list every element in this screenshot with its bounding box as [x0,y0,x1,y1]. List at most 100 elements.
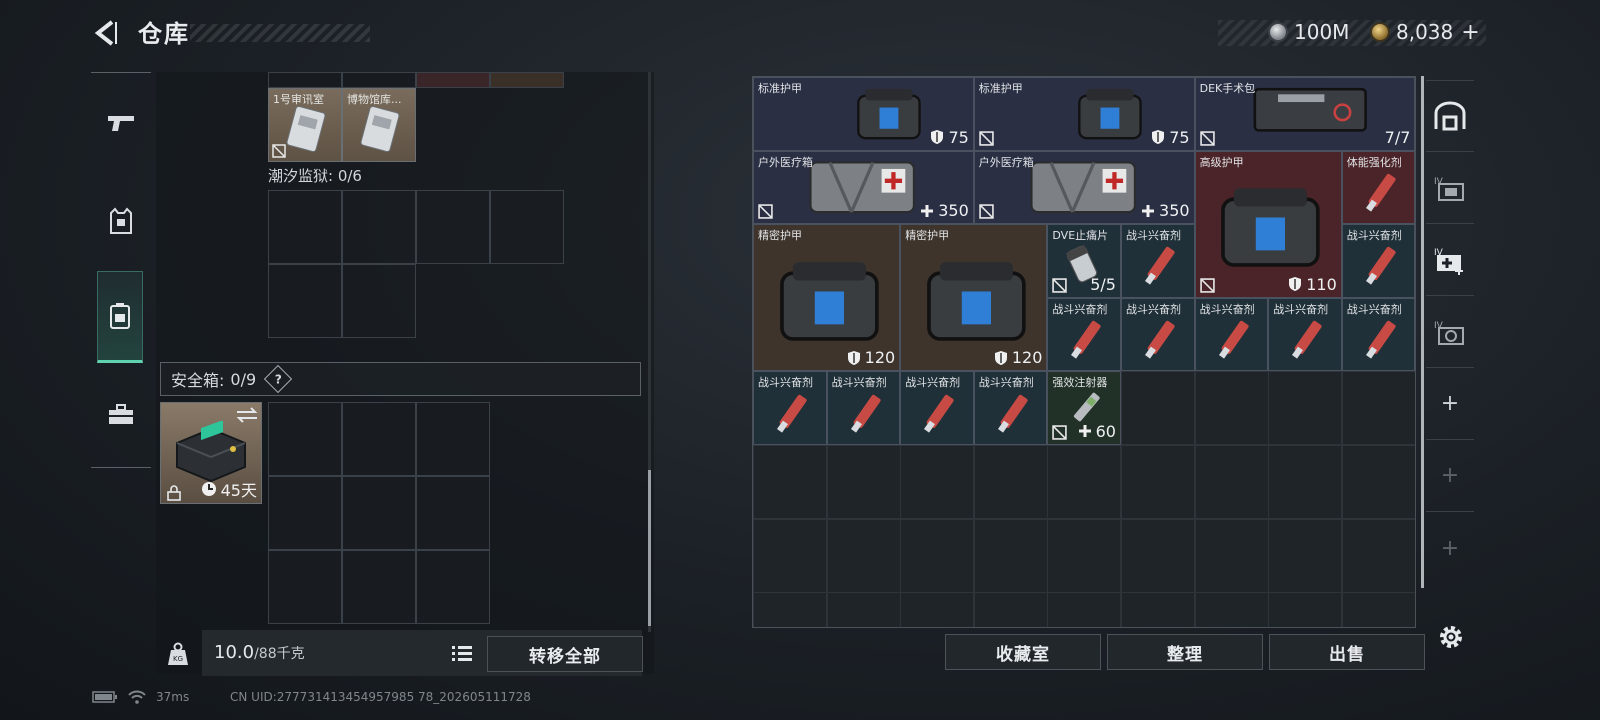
stash-scrollbar[interactable] [1421,76,1424,588]
stash-item[interactable]: 战斗兴奋剂 [900,371,974,445]
stash-item[interactable]: 户外医疗箱 350 [973,150,1195,225]
key-card-item[interactable]: 博物馆库... [342,88,416,162]
category-case[interactable] [91,385,151,445]
stash-item[interactable]: 战斗兴奋剂 [1047,297,1121,372]
grid-slot[interactable] [342,72,416,88]
back-button[interactable] [92,18,122,48]
stash-item[interactable]: 战斗兴奋剂 [826,371,901,445]
stash-grid-cell[interactable] [1341,592,1415,627]
category-backpack[interactable] [97,271,143,363]
stash-grid-cell[interactable] [1341,518,1415,593]
stash-grid-cell[interactable] [753,445,827,519]
stash-grid-cell[interactable] [753,518,827,593]
stash-grid-cell[interactable] [1194,518,1269,593]
grid-slot[interactable] [416,72,490,88]
stash-item[interactable]: 户外医疗箱 350 [753,150,974,225]
stash-item[interactable]: 体能强化剂 [1341,150,1415,225]
stash-item[interactable]: 战斗兴奋剂 [753,371,827,445]
stash-grid-cell[interactable] [973,592,1048,627]
stash-item[interactable]: 战斗兴奋剂 [1341,297,1415,372]
grid-slot[interactable] [416,476,490,550]
stash-item[interactable]: 标准护甲 75 [753,77,974,151]
grid-slot[interactable] [268,550,342,624]
help-button[interactable]: ? [264,364,293,394]
stash-item[interactable]: 战斗兴奋剂 [1121,297,1195,372]
grid-slot[interactable] [268,402,342,476]
transfer-all-button[interactable]: 转移全部 [487,636,643,672]
stash-grid-cell[interactable] [753,592,827,627]
grid-slot[interactable] [342,190,416,264]
stash-grid-cell[interactable] [973,518,1048,593]
stash-tab-camera[interactable]: IV [1426,296,1474,368]
add-stash-button-locked[interactable]: + [1426,512,1474,584]
stash-tab-4[interactable]: IV [1426,152,1474,224]
add-stash-button-locked[interactable]: + [1426,440,1474,512]
stash-item[interactable]: 战斗兴奋剂 [1268,297,1342,372]
add-stash-button[interactable]: + [1426,368,1474,440]
stash-grid-cell[interactable] [1047,592,1122,627]
collection-room-button[interactable]: 收藏室 [945,634,1101,670]
left-scrollbar-thumb[interactable] [648,470,651,626]
stash-item[interactable]: 战斗兴奋剂 [1121,224,1195,298]
stash-item[interactable]: DVE止痛片 5/5 [1047,224,1121,298]
key-card-item[interactable]: 1号审讯室 [268,88,342,162]
grid-slot[interactable] [342,550,416,624]
stash-grid-cell[interactable] [1268,445,1343,519]
grid-slot[interactable] [268,476,342,550]
grid-slot[interactable] [268,190,342,264]
stash-item[interactable]: DEK手术包 7/7 [1194,77,1415,151]
grid-slot[interactable] [490,72,564,88]
stash-grid-cell[interactable] [1047,518,1122,593]
stash-grid-cell[interactable] [1194,445,1269,519]
stash-grid-cell[interactable] [900,518,975,593]
stash-grid-cell[interactable] [1194,371,1269,446]
stash-item[interactable]: 标准护甲 75 [973,77,1195,151]
stash-tab-main[interactable] [1426,80,1474,152]
grid-slot[interactable] [268,72,342,88]
stash-grid-cell[interactable] [1268,592,1343,627]
grid-slot[interactable] [416,550,490,624]
stash-item[interactable]: 高级护甲 110 [1194,150,1342,298]
list-view-button[interactable] [448,640,476,666]
stash-grid-cell[interactable] [1121,445,1195,519]
stash-grid-cell[interactable] [1047,445,1122,519]
grid-slot[interactable] [490,190,564,264]
grid-slot[interactable] [416,402,490,476]
weight-lock-button[interactable]: KG [158,632,198,676]
stash-grid-cell[interactable] [1341,371,1415,446]
stash-grid-cell[interactable] [826,445,901,519]
grid-slot[interactable] [342,402,416,476]
stash-grid-cell[interactable] [900,592,975,627]
stash-item[interactable]: 战斗兴奋剂 [1341,224,1415,298]
stash-grid-cell[interactable] [973,445,1048,519]
stash-grid-cell[interactable] [1268,518,1343,593]
stash-tab-medical[interactable]: IV [1426,224,1474,296]
stash-grid-cell[interactable] [826,518,901,593]
stash-grid-cell[interactable] [1341,445,1415,519]
stash-item[interactable]: 精密护甲 120 [900,224,1048,372]
stash-grid-cell[interactable] [1121,371,1195,446]
stash-item[interactable]: 战斗兴奋剂 [1194,297,1269,372]
category-weapons[interactable] [91,93,151,153]
stash-grid-cell[interactable] [1121,592,1195,627]
add-gold-button[interactable]: + [1461,20,1479,45]
stash-grid-cell[interactable] [1194,592,1269,627]
grid-slot[interactable] [268,264,342,338]
sell-button[interactable]: 出售 [1269,634,1425,670]
stash-grid-cell[interactable] [826,592,901,627]
gold-currency[interactable]: 8,038 + [1370,18,1480,46]
grid-slot[interactable] [342,264,416,338]
settings-button[interactable] [1436,622,1466,652]
organize-button[interactable]: 整理 [1107,634,1263,670]
stash-grid-cell[interactable] [1121,518,1195,593]
stash-item-value: 75 [1151,128,1190,147]
stash-item[interactable]: 强效注射器 60 [1047,371,1121,445]
stash-grid-cell[interactable] [900,445,975,519]
category-armor[interactable] [91,191,151,251]
stash-item[interactable]: 精密护甲 120 [753,224,901,372]
stash-item[interactable]: 战斗兴奋剂 [973,371,1048,445]
safebox-item[interactable]: 45天 [160,402,262,504]
stash-grid-cell[interactable] [1268,371,1343,446]
grid-slot[interactable] [416,190,490,264]
grid-slot[interactable] [342,476,416,550]
